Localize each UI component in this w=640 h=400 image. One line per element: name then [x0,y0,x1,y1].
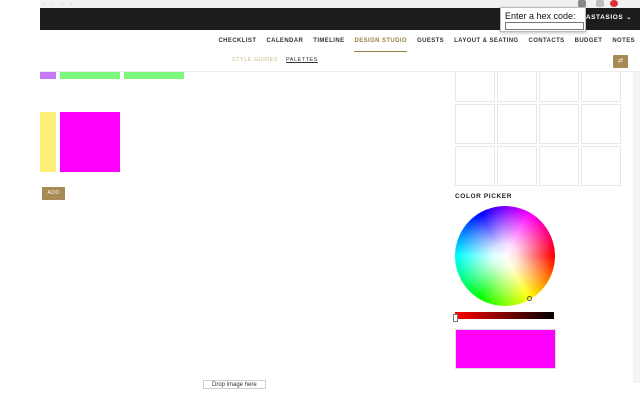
nav-checklist[interactable]: CHECKLIST [218,30,256,52]
user-menu[interactable]: ASTASIOS ⌄ [586,14,632,21]
swatch-grid [455,72,623,188]
scrollbar[interactable] [633,72,640,383]
page-margin [0,383,640,400]
tab-palettes[interactable]: PALETTES [286,57,318,63]
nav-notes[interactable]: NOTES [612,30,635,52]
color-preview [455,329,556,369]
nav-calendar[interactable]: CALENDAR [266,30,303,52]
swatch-slot[interactable] [581,146,621,186]
swatch-slot[interactable] [539,104,579,144]
tab-style-guides[interactable]: STYLE GUIDES [232,57,278,63]
sub-nav: STYLE GUIDES PALETTES ⇄ [40,52,640,72]
page-margin [0,0,40,400]
hex-code-input[interactable] [505,22,584,30]
nav-layout-seating[interactable]: LAYOUT & SEATING [454,30,518,52]
color-wheel-cursor[interactable] [527,296,532,301]
swatch-slot[interactable] [497,104,537,144]
swatch-slot[interactable] [497,72,537,102]
url-fragment: · · · · [42,1,75,8]
add-button[interactable]: ADD [42,187,65,200]
share-button[interactable]: ⇄ [613,55,628,68]
extension-icon[interactable] [610,0,618,7]
hex-code-label: Enter a hex code: [505,11,576,21]
extension-icon[interactable] [578,0,586,7]
nav-guests[interactable]: GUESTS [417,30,444,52]
main-nav: CHECKLIST CALENDAR TIMELINE DESIGN STUDI… [40,30,640,52]
slider-handle[interactable] [453,314,458,322]
extension-icon[interactable] [596,0,604,7]
swatch-slot[interactable] [455,104,495,144]
swatch-slot[interactable] [581,72,621,102]
share-icon: ⇄ [617,58,624,64]
palette-swatch[interactable] [40,72,56,79]
shade-slider[interactable] [455,312,554,319]
palette-swatch[interactable] [124,72,184,79]
swatch-slot[interactable] [455,146,495,186]
swatch-slot[interactable] [497,146,537,186]
hex-code-popup: Enter a hex code: [500,7,586,32]
palette-swatch[interactable] [60,112,120,172]
chevron-down-icon: ⌄ [626,15,632,21]
drop-zone[interactable]: Drop image here [203,380,266,389]
palette-swatch[interactable] [60,72,120,79]
nav-design-studio[interactable]: DESIGN STUDIO [354,30,407,52]
swatch-slot[interactable] [581,104,621,144]
color-picker-title: COLOR PICKER [455,193,513,200]
color-wheel[interactable] [455,206,555,306]
palette-swatch[interactable] [40,112,56,172]
swatch-slot[interactable] [539,72,579,102]
swatch-slot[interactable] [539,146,579,186]
nav-timeline[interactable]: TIMELINE [313,30,344,52]
nav-budget[interactable]: BUDGET [575,30,603,52]
swatch-slot[interactable] [455,72,495,102]
user-name: ASTASIOS [585,14,624,21]
nav-contacts[interactable]: CONTACTS [529,30,565,52]
